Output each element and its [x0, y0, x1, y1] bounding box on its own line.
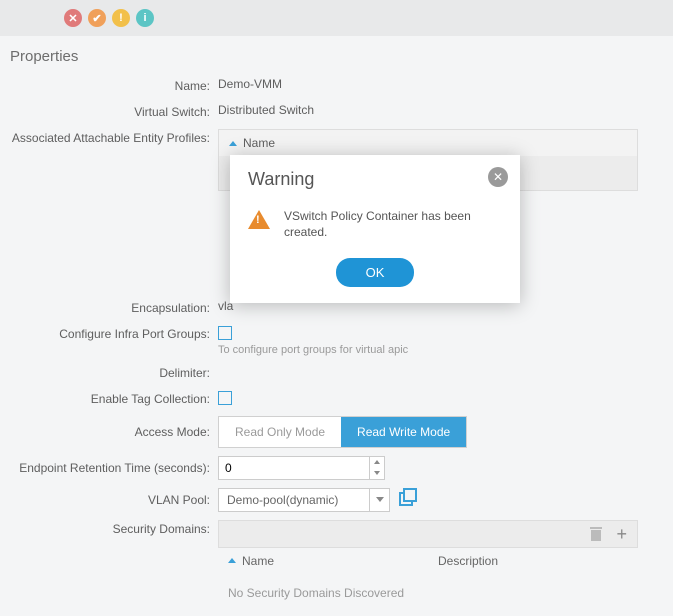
- infra-port-groups-label: Configure Infra Port Groups:: [0, 325, 216, 343]
- trash-icon[interactable]: [590, 527, 602, 541]
- security-domains-toolbar: +: [218, 520, 638, 548]
- stepper-down-icon[interactable]: [370, 468, 384, 479]
- top-toolbar: ✕ ✔ ! i: [0, 0, 673, 36]
- endpoint-retention-label: Endpoint Retention Time (seconds):: [0, 459, 216, 477]
- virtual-switch-label: Virtual Switch:: [0, 103, 216, 121]
- aep-label: Associated Attachable Entity Profiles:: [0, 129, 216, 147]
- properties-heading: Properties: [0, 36, 673, 73]
- chevron-down-icon[interactable]: [369, 489, 389, 511]
- read-write-mode-button[interactable]: Read Write Mode: [341, 417, 466, 447]
- open-link-icon[interactable]: [399, 488, 415, 504]
- vlan-pool-value: Demo-pool(dynamic): [219, 489, 369, 511]
- sort-asc-icon: [228, 558, 236, 563]
- encapsulation-label: Encapsulation:: [0, 299, 216, 317]
- access-mode-label: Access Mode:: [0, 423, 216, 441]
- endpoint-retention-input[interactable]: [219, 457, 369, 479]
- read-only-mode-button[interactable]: Read Only Mode: [219, 417, 341, 447]
- warning-filter-icon[interactable]: !: [112, 9, 130, 27]
- sort-asc-icon: [229, 141, 237, 146]
- access-mode-toggle: Read Only Mode Read Write Mode: [218, 416, 467, 448]
- aep-name-col: Name: [243, 136, 275, 150]
- plus-icon[interactable]: +: [616, 527, 627, 541]
- dialog-title: Warning: [248, 169, 502, 190]
- warning-dialog: Warning ✕ VSwitch Policy Container has b…: [230, 155, 520, 303]
- security-domains-label: Security Domains:: [0, 520, 216, 538]
- tag-collection-label: Enable Tag Collection:: [0, 390, 216, 408]
- info-filter-icon[interactable]: i: [136, 9, 154, 27]
- dialog-message: VSwitch Policy Container has been create…: [284, 208, 502, 240]
- stepper-up-icon[interactable]: [370, 457, 384, 468]
- virtual-switch-value: Distributed Switch: [216, 103, 673, 117]
- ok-button[interactable]: OK: [336, 258, 415, 287]
- security-desc-col[interactable]: Description: [438, 554, 628, 568]
- aep-column-header[interactable]: Name: [219, 130, 637, 156]
- name-label: Name:: [0, 77, 216, 95]
- delimiter-label: Delimiter:: [0, 364, 216, 382]
- security-domains-header: Name Description: [218, 548, 638, 574]
- vlan-pool-label: VLAN Pool:: [0, 491, 216, 509]
- security-domains-empty: No Security Domains Discovered: [218, 574, 673, 612]
- endpoint-retention-field: [218, 456, 385, 480]
- infra-port-groups-checkbox[interactable]: [218, 326, 232, 340]
- close-icon[interactable]: ✕: [488, 167, 508, 187]
- name-value: Demo-VMM: [216, 77, 673, 91]
- vlan-pool-select[interactable]: Demo-pool(dynamic): [218, 488, 390, 512]
- warning-icon: [248, 210, 270, 229]
- infra-port-groups-hint: To configure port groups for virtual api…: [218, 340, 673, 356]
- error-filter-icon[interactable]: ✕: [64, 9, 82, 27]
- security-name-col[interactable]: Name: [242, 554, 432, 568]
- critical-filter-icon[interactable]: ✔: [88, 9, 106, 27]
- tag-collection-checkbox[interactable]: [218, 391, 232, 405]
